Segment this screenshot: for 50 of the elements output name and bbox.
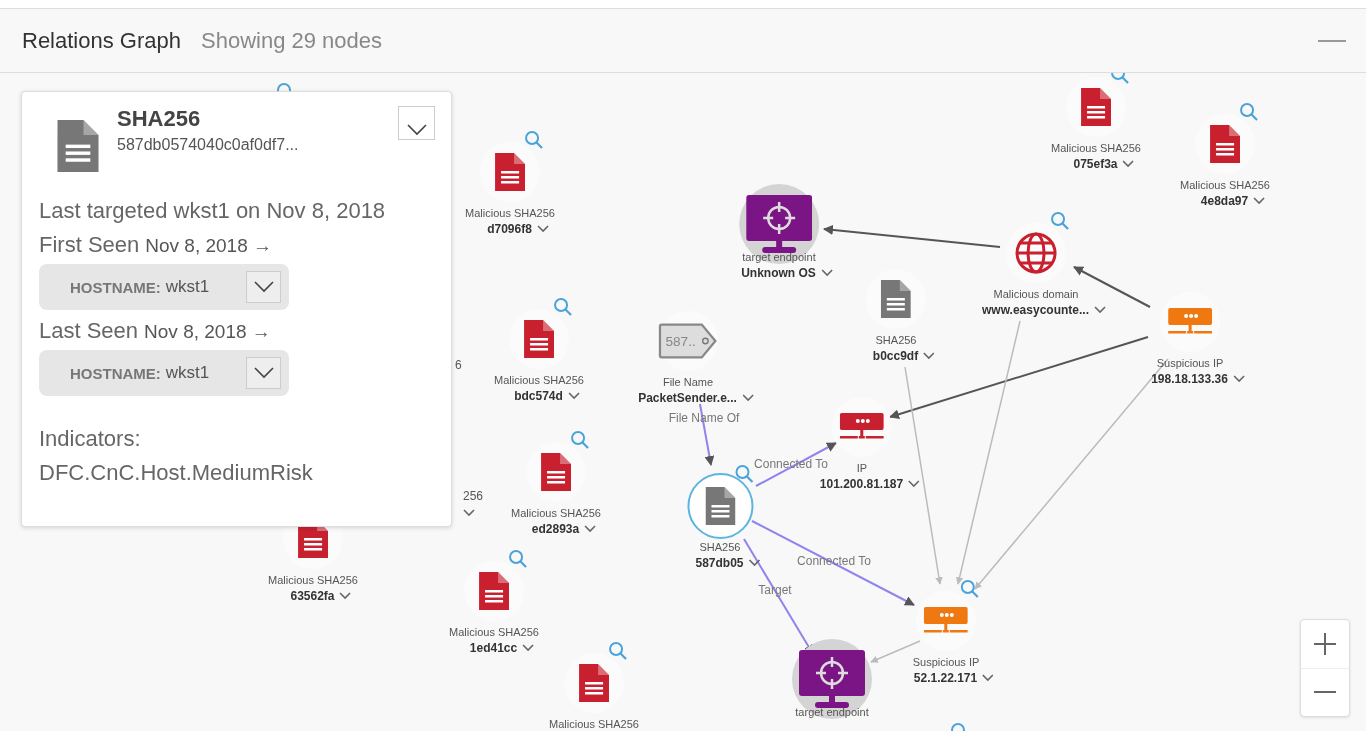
observation-date: Nov 8, 2018 →: [145, 235, 272, 257]
node-type-label: 6: [455, 358, 462, 372]
node-value: bdc574d: [514, 388, 563, 405]
panel-title: Relations Graph: [22, 27, 181, 54]
observable-value: 587db0574040c0af0df7...: [117, 136, 299, 154]
node-count: Showing 29 nodes: [201, 27, 382, 54]
observation-date: Nov 8, 2018 →: [144, 321, 271, 343]
node-type-label: Malicious SHA256: [511, 506, 601, 520]
node-value: 1ed41cc: [469, 640, 518, 657]
observable-type: SHA256: [117, 106, 202, 132]
node-type-label: target endpoint: [795, 705, 869, 719]
node-value: 587db05: [695, 555, 744, 572]
chip-value: wkst1: [165, 277, 210, 297]
node-type-label: target endpoint: [742, 250, 816, 264]
node-value: 075ef3a: [1073, 156, 1118, 173]
node-value: Unknown OS: [741, 265, 816, 282]
node-value: ed2893a: [531, 521, 580, 538]
node-type-label: Malicious domain: [993, 287, 1079, 301]
node-type-label: Malicious SHA256: [494, 373, 584, 387]
node-type-label: SHA256: [875, 333, 917, 347]
node-type-label: Malicious SHA256: [465, 206, 555, 220]
observation-label: First Seen: [39, 231, 140, 259]
node-value: 63562fa: [290, 588, 335, 605]
indicator-value: DFC.CnC.Host.MediumRisk: [39, 459, 314, 487]
node-type-label: Malicious SHA256: [1051, 141, 1141, 155]
node-type-label: Malicious SHA256: [549, 717, 639, 731]
node-value: d7096f8: [487, 221, 532, 238]
node-type-label: Malicious SHA256: [268, 573, 358, 587]
node-value: b0cc9df: [872, 348, 919, 365]
node-type-label: Suspicious IP: [1156, 356, 1224, 370]
observation-label: Last Seen: [39, 317, 139, 345]
file-name-tag: 587..: [658, 321, 718, 361]
node-type-label: File Name: [662, 375, 714, 389]
indicators-label: Indicators:: [39, 425, 142, 453]
node-value: 101.200.81.187: [819, 476, 904, 493]
chip-value: wkst1: [165, 363, 210, 383]
chip-key: HOSTNAME:: [70, 364, 161, 382]
summary-text: Last targeted wkst1 on Nov 8, 2018: [39, 197, 387, 225]
chip-key: HOSTNAME:: [70, 278, 161, 296]
node-value: PacketSender.e...: [638, 390, 737, 407]
node-value: 4e8da97: [1200, 193, 1249, 210]
node-type-label: 256: [463, 489, 484, 503]
node-type-label: Malicious SHA256: [1180, 178, 1270, 192]
node-type-label: Malicious SHA256: [449, 625, 539, 639]
node-value: www.easycounte...: [982, 302, 1089, 319]
node-value: 198.18.133.36: [1151, 371, 1228, 388]
node-type-label: IP: [856, 461, 868, 475]
node-type-label: Suspicious IP: [912, 655, 980, 669]
node-value: 52.1.22.171: [913, 670, 978, 687]
node-type-label: SHA256: [699, 540, 741, 554]
